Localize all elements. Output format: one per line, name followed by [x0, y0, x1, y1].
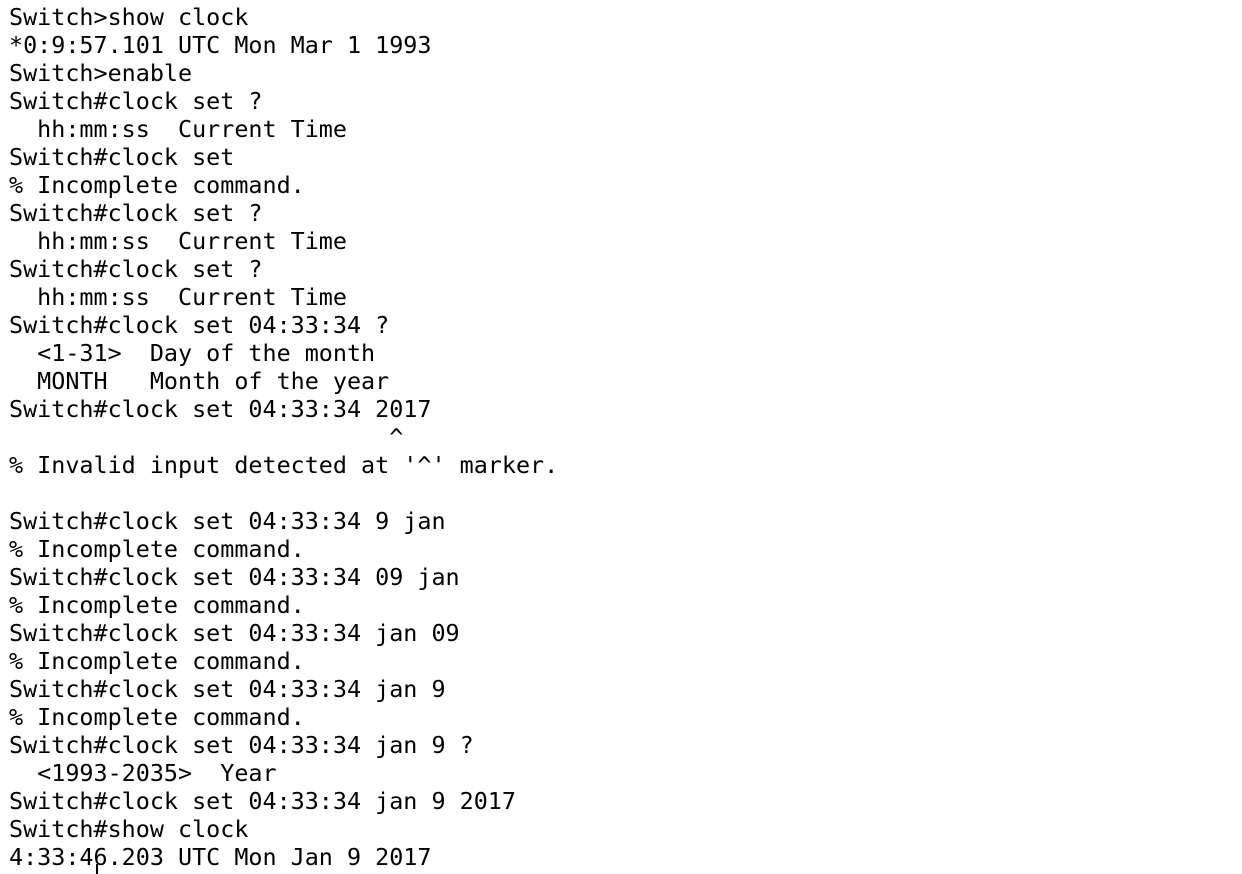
terminal-line: Switch>show clock	[9, 3, 249, 31]
terminal-line: <1993-2035> Year	[9, 759, 277, 787]
terminal-line: % Invalid input detected at '^' marker.	[9, 451, 559, 479]
terminal-line: Switch#clock set	[9, 143, 235, 171]
terminal-line: Switch#clock set 04:33:34 2017	[9, 395, 432, 423]
terminal-line: Switch#clock set ?	[9, 87, 263, 115]
terminal-line: Switch>enable	[9, 59, 193, 87]
terminal-line: ^	[9, 423, 404, 451]
terminal-line: <1-31> Day of the month	[9, 339, 376, 367]
terminal-line: Switch#clock set 04:33:34 jan 09	[9, 619, 460, 647]
terminal-line: hh:mm:ss Current Time	[9, 115, 347, 143]
terminal-line: Switch#clock set 04:33:34 jan 9 2017	[9, 787, 516, 815]
terminal-line: % Incomplete command.	[9, 535, 305, 563]
terminal-line: hh:mm:ss Current Time	[9, 227, 347, 255]
terminal-line: MONTH Month of the year	[9, 367, 390, 395]
text-cursor	[96, 864, 98, 874]
terminal-line: Switch#clock set 04:33:34 jan 9	[9, 675, 446, 703]
terminal-line: hh:mm:ss Current Time	[9, 283, 347, 311]
terminal-line: Switch#show clock	[9, 815, 249, 843]
terminal-line: Switch#clock set ?	[9, 199, 263, 227]
terminal-line: *0:9:57.101 UTC Mon Mar 1 1993	[9, 31, 432, 59]
terminal-line: % Incomplete command.	[9, 647, 305, 675]
terminal-line: Switch#clock set 04:33:34 ?	[9, 311, 390, 339]
terminal-line: Switch#clock set 04:33:34 jan 9 ?	[9, 731, 474, 759]
terminal-line: Switch#clock set 04:33:34 9 jan	[9, 507, 446, 535]
terminal-line: % Incomplete command.	[9, 591, 305, 619]
terminal-line: Switch#clock set 04:33:34 09 jan	[9, 563, 460, 591]
terminal-output[interactable]: Switch>show clock *0:9:57.101 UTC Mon Ma…	[9, 3, 1234, 874]
terminal-line: 4:33:46.203 UTC Mon Jan 9 2017	[9, 843, 432, 871]
terminal-line: % Incomplete command.	[9, 703, 305, 731]
terminal-line: % Incomplete command.	[9, 171, 305, 199]
terminal-line: Switch#clock set ?	[9, 255, 263, 283]
